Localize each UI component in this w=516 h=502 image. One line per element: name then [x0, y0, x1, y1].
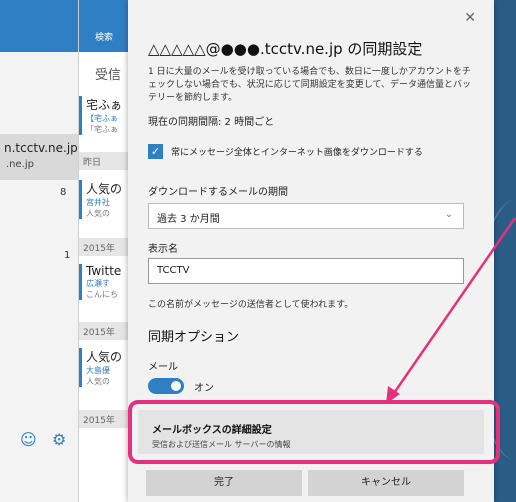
annotation-arrow — [386, 217, 516, 404]
